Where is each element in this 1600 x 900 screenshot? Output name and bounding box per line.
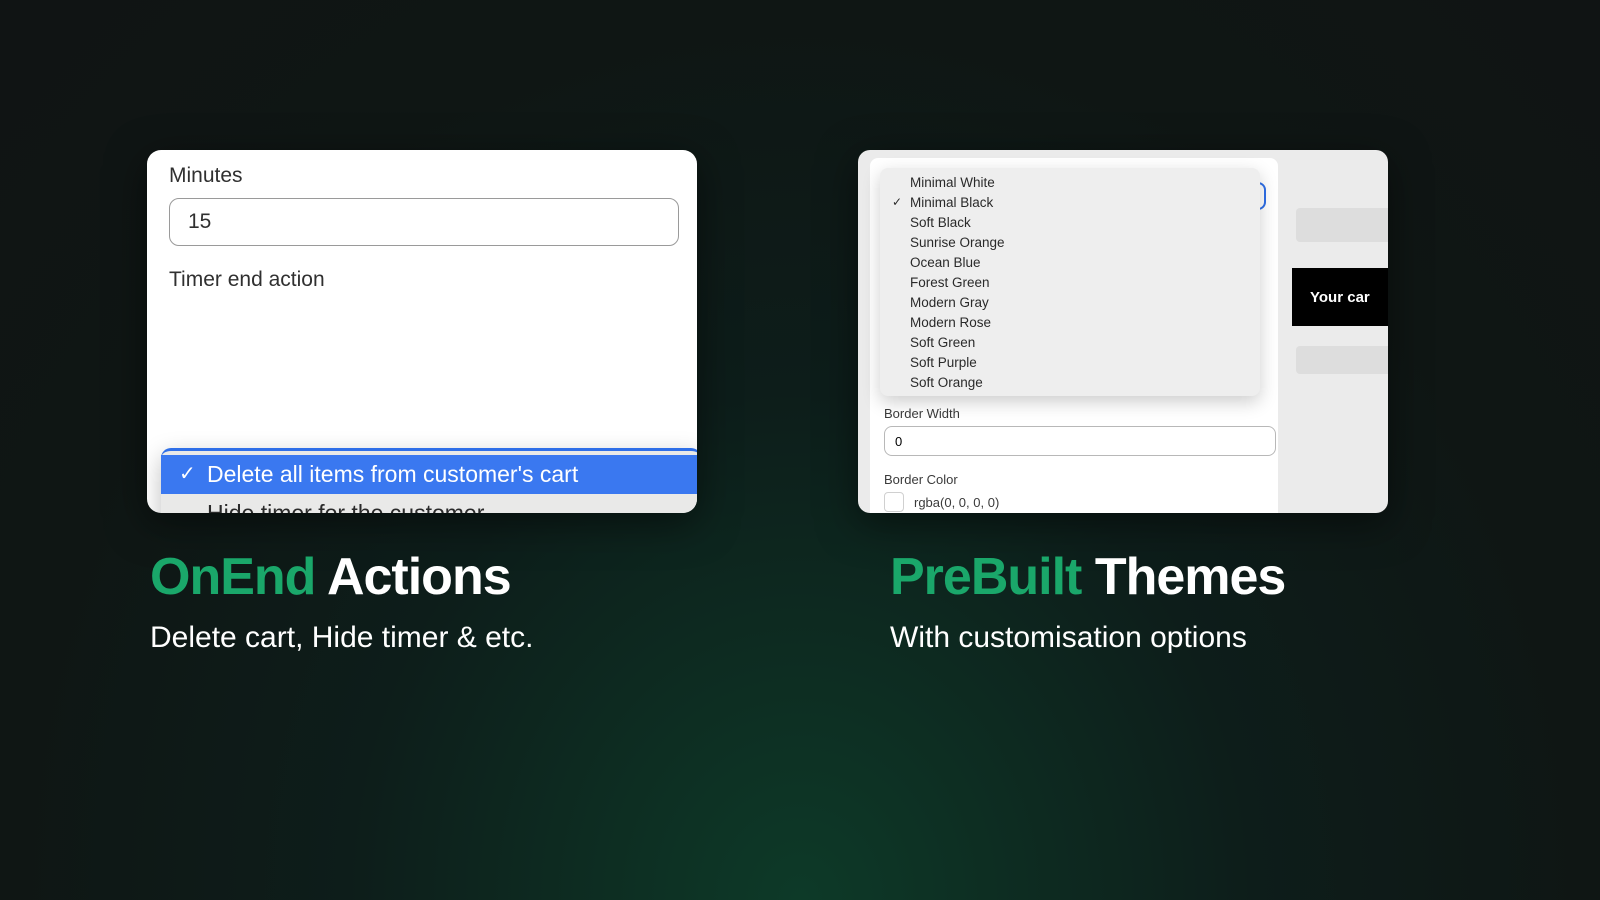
theme-dropdown[interactable]: Minimal White Minimal Black Soft Black S… <box>880 168 1260 396</box>
option-delete-cart[interactable]: Delete all items from customer's cart <box>161 455 697 494</box>
theme-option-ocean-blue[interactable]: Ocean Blue <box>880 252 1260 272</box>
caption-prebuilt-title: PreBuilt Themes <box>890 547 1285 607</box>
minutes-input[interactable] <box>169 198 679 246</box>
border-width-label: Border Width <box>884 406 960 421</box>
theme-option-sunrise-orange[interactable]: Sunrise Orange <box>880 232 1260 252</box>
option-hide-timer[interactable]: Hide timer for the customer <box>161 494 697 513</box>
caption-onend-title: OnEnd Actions <box>150 547 533 607</box>
timer-end-action-dropdown[interactable]: Delete all items from customer's cart Hi… <box>161 448 697 513</box>
theme-option-soft-green[interactable]: Soft Green <box>880 332 1260 352</box>
themes-inner-card: Minimal White Minimal Black Soft Black S… <box>870 158 1278 513</box>
border-color-row[interactable]: rgba(0, 0, 0, 0) <box>884 492 999 512</box>
caption-onend-rest: Actions <box>315 548 510 606</box>
theme-option-minimal-black[interactable]: Minimal Black <box>880 192 1260 212</box>
theme-option-soft-purple[interactable]: Soft Purple <box>880 352 1260 372</box>
preview-cart-banner: Your car <box>1292 268 1388 326</box>
caption-onend: OnEnd Actions Delete cart, Hide timer & … <box>150 547 533 655</box>
caption-prebuilt-sub: With customisation options <box>890 621 1285 655</box>
theme-option-soft-orange[interactable]: Soft Orange <box>880 372 1260 392</box>
caption-prebuilt-accent: PreBuilt <box>890 548 1081 606</box>
caption-prebuilt: PreBuilt Themes With customisation optio… <box>890 547 1285 655</box>
theme-option-minimal-white[interactable]: Minimal White <box>880 172 1260 192</box>
border-color-label: Border Color <box>884 472 958 487</box>
caption-onend-sub: Delete cart, Hide timer & etc. <box>150 621 533 655</box>
caption-prebuilt-rest: Themes <box>1081 548 1285 606</box>
prebuilt-themes-panel: Minimal White Minimal Black Soft Black S… <box>858 150 1388 513</box>
theme-option-modern-rose[interactable]: Modern Rose <box>880 312 1260 332</box>
onend-actions-panel: Minutes Timer end action Delete all item… <box>147 150 697 513</box>
color-swatch[interactable] <box>884 492 904 512</box>
border-color-value: rgba(0, 0, 0, 0) <box>914 495 999 510</box>
timer-end-action-label: Timer end action <box>169 268 679 292</box>
theme-option-forest-green[interactable]: Forest Green <box>880 272 1260 292</box>
minutes-label: Minutes <box>169 164 679 188</box>
theme-option-modern-gray[interactable]: Modern Gray <box>880 292 1260 312</box>
preview-placeholder-bottom <box>1296 346 1388 374</box>
preview-placeholder-top <box>1296 208 1388 242</box>
caption-onend-accent: OnEnd <box>150 548 315 606</box>
theme-option-soft-black[interactable]: Soft Black <box>880 212 1260 232</box>
border-width-input[interactable] <box>884 426 1276 456</box>
